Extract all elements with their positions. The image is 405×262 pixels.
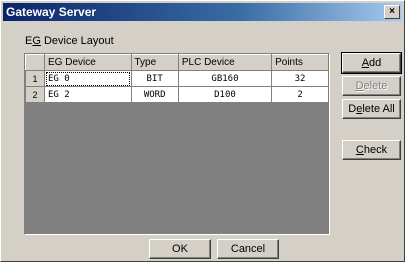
row-number[interactable]: 1 xyxy=(25,70,45,87)
delete-label: elete xyxy=(363,80,388,92)
delete-all-button[interactable]: De lete All xyxy=(342,99,401,119)
delete-mnemonic: D xyxy=(355,80,364,92)
ok-button[interactable]: OK xyxy=(149,239,211,259)
table-header-row: EG Device Type PLC Device Points xyxy=(25,54,329,71)
add-mnemonic: A xyxy=(361,57,370,69)
header-type[interactable]: Type xyxy=(130,54,179,71)
cell-plc-device[interactable]: GB160 xyxy=(177,70,273,87)
window-title: Gateway Server xyxy=(6,5,97,19)
cell-eg-device[interactable]: EG 0 xyxy=(44,70,132,87)
table-row[interactable]: 1 EG 0 BIT GB160 32 xyxy=(25,70,329,87)
device-table: EG Device Type PLC Device Points 1 EG 0 … xyxy=(25,54,329,103)
check-mnemonic: C xyxy=(355,144,364,156)
header-corner xyxy=(25,54,45,71)
gateway-server-dialog: Gateway Server × EG Device Layout EG Dev… xyxy=(0,0,405,262)
device-layout-grid[interactable]: EG Device Type PLC Device Points 1 EG 0 … xyxy=(24,53,330,235)
add-button[interactable]: Add xyxy=(341,52,402,74)
label-mnemonic: G xyxy=(32,35,41,47)
title-bar[interactable]: Gateway Server × xyxy=(3,3,402,21)
cell-plc-device[interactable]: D100 xyxy=(177,86,273,103)
cell-points[interactable]: 2 xyxy=(271,86,329,103)
row-number[interactable]: 2 xyxy=(25,86,45,103)
cell-type[interactable]: BIT xyxy=(130,70,179,87)
close-button[interactable]: × xyxy=(384,5,400,19)
delete-all-label: lete All xyxy=(362,103,395,115)
cell-points[interactable]: 32 xyxy=(271,70,329,87)
header-points[interactable]: Points xyxy=(271,54,329,71)
cell-eg-device[interactable]: EG 2 xyxy=(44,86,132,103)
cancel-button[interactable]: Cancel xyxy=(217,239,279,259)
cell-type[interactable]: WORD xyxy=(130,86,179,103)
add-label: dd xyxy=(369,57,382,69)
delete-button[interactable]: Delete xyxy=(342,76,401,96)
check-button[interactable]: Check xyxy=(342,140,401,160)
eg-device-layout-label: EG Device Layout xyxy=(25,35,114,47)
check-label: heck xyxy=(363,144,388,156)
delete-all-pre: D xyxy=(348,103,357,115)
header-plc-device[interactable]: PLC Device xyxy=(177,54,273,71)
label-suffix: Device Layout xyxy=(40,35,114,47)
table-row[interactable]: 2 EG 2 WORD D100 2 xyxy=(25,86,329,103)
header-eg-device[interactable]: EG Device xyxy=(44,54,132,71)
